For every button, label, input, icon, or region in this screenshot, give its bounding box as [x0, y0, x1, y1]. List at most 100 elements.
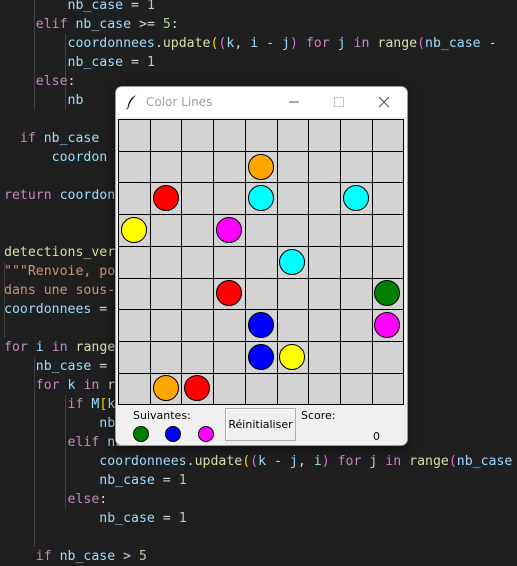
code-token: in: [51, 340, 68, 355]
code-token: -: [512, 454, 517, 469]
close-button[interactable]: [361, 87, 407, 117]
code-line: elif nb: [4, 433, 124, 452]
grid-line-horizontal: [118, 373, 404, 374]
ball[interactable]: [216, 280, 242, 306]
grid-line-horizontal: [118, 278, 404, 279]
code-token: =: [91, 302, 116, 317]
code-line: dans une sous-c: [4, 281, 123, 300]
ball[interactable]: [248, 154, 274, 180]
ball[interactable]: [248, 185, 274, 211]
minimize-icon: [289, 101, 299, 103]
code-token: =: [123, 0, 147, 13]
code-token: 1: [178, 473, 187, 488]
reset-button[interactable]: Réinitialiser: [225, 408, 296, 441]
ball[interactable]: [216, 217, 242, 243]
code-token: =: [154, 473, 179, 488]
code-line: return coordonn: [4, 186, 123, 205]
color-lines-window: Color Lines Suivantes: Réinitialiser Sco…: [115, 86, 408, 446]
code-token: else: [35, 74, 68, 89]
code-token: ,: [297, 454, 314, 469]
ball[interactable]: [343, 185, 369, 211]
title-bar[interactable]: Color Lines: [116, 87, 407, 117]
ball[interactable]: [374, 312, 400, 338]
code-line: coordonnees = s: [4, 300, 123, 319]
code-token: 5: [162, 17, 171, 32]
code-token: ): [321, 454, 330, 469]
next-ball: [165, 426, 181, 442]
code-line: detections_vert: [4, 243, 123, 262]
code-line: nb_case = 1: [4, 471, 187, 490]
code-token: nb_case: [67, 55, 124, 70]
code-token: if: [35, 549, 52, 564]
minimize-button[interactable]: [270, 87, 316, 117]
next-balls-label: Suivantes:: [133, 409, 191, 422]
ball[interactable]: [184, 375, 210, 401]
ball[interactable]: [248, 344, 274, 370]
ball[interactable]: [248, 312, 274, 338]
code-token: nb_case: [59, 549, 116, 564]
game-board[interactable]: [118, 119, 404, 405]
code-token: range: [409, 454, 449, 469]
code-line: coordonnees.update((k - j, i) for j in r…: [4, 452, 517, 471]
code-token: elif: [67, 435, 100, 450]
code-token: for: [4, 340, 28, 355]
ball[interactable]: [121, 217, 147, 243]
code-token: i: [35, 340, 44, 355]
code-line: if nb_case > 5: [4, 547, 147, 566]
code-token: =: [154, 511, 179, 526]
code-token: nb_case: [43, 131, 100, 146]
code-line: nb_case = 1: [4, 53, 155, 72]
grid-line-horizontal: [118, 341, 404, 342]
ball[interactable]: [153, 185, 179, 211]
code-token: >: [115, 549, 140, 564]
maximize-button[interactable]: [316, 87, 362, 117]
grid-line-horizontal: [118, 182, 404, 183]
grid-line-horizontal: [118, 309, 404, 310]
code-token: for: [337, 454, 362, 469]
code-token: update: [194, 454, 243, 469]
code-token: .: [154, 36, 163, 51]
code-token: :: [67, 74, 76, 89]
code-line: for k in ra: [4, 376, 123, 395]
code-token: nb_case: [75, 17, 132, 32]
code-token: nb: [67, 93, 84, 108]
ball[interactable]: [279, 249, 305, 275]
code-token: (: [448, 454, 457, 469]
code-token: ): [289, 36, 298, 51]
code-line: nb_case = 1: [4, 0, 155, 15]
code-token: nb_case: [99, 511, 155, 526]
ball[interactable]: [153, 375, 179, 401]
code-token: coordon: [51, 150, 108, 165]
grid-line-vertical: [403, 119, 404, 405]
code-token: -: [266, 454, 290, 469]
code-line: nb: [4, 414, 115, 433]
code-token: =: [91, 359, 116, 374]
code-token: if: [67, 397, 84, 412]
ball[interactable]: [279, 344, 305, 370]
code-token: for: [35, 378, 60, 393]
window-title: Color Lines: [146, 95, 213, 109]
code-token: for: [305, 36, 330, 51]
code-line: else:: [4, 72, 76, 91]
code-line: nb_case = 1: [4, 357, 123, 376]
ball[interactable]: [374, 280, 400, 306]
code-line: nb: [4, 91, 84, 110]
code-token: detections_vert: [4, 245, 124, 260]
code-token: update: [162, 36, 211, 51]
